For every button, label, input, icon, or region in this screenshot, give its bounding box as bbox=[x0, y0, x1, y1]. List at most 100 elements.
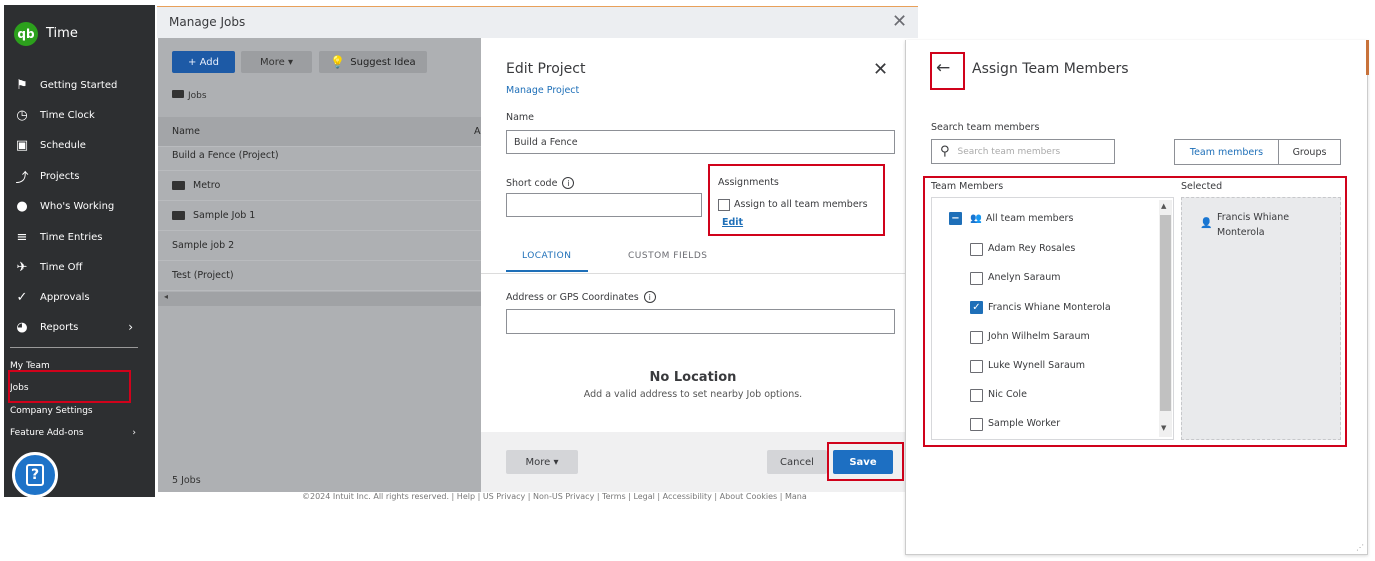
more-button[interactable]: More ▾ bbox=[506, 450, 578, 474]
member-name: All team members bbox=[985, 213, 1074, 224]
quickbooks-logo: qb bbox=[14, 22, 38, 46]
back-arrow-icon[interactable]: ← bbox=[936, 58, 950, 78]
manage-project-link[interactable]: Manage Project bbox=[506, 85, 579, 96]
job-name: Test (Project) bbox=[172, 270, 234, 281]
member-checkbox[interactable] bbox=[970, 331, 983, 344]
sidebar-item-time-entries[interactable]: ≡ Time Entries bbox=[0, 222, 151, 252]
sidebar-item-feature-addons[interactable]: Feature Add-ons › bbox=[10, 428, 136, 438]
plane-icon: ✈ bbox=[16, 259, 28, 275]
short-code-field[interactable] bbox=[506, 193, 702, 217]
scroll-up-icon[interactable]: ▲ bbox=[1161, 202, 1166, 210]
sidebar-item-reports[interactable]: ◕ Reports › bbox=[0, 312, 151, 342]
people-icon: 👥 bbox=[970, 213, 982, 224]
no-location-subtitle: Add a valid address to set nearby Job op… bbox=[583, 389, 803, 400]
name-field[interactable]: Build a Fence bbox=[506, 130, 895, 154]
member-checkbox[interactable] bbox=[970, 360, 983, 373]
member-checkbox[interactable] bbox=[970, 243, 983, 256]
chevron-right-icon: › bbox=[128, 320, 133, 334]
search-label: Search team members bbox=[931, 122, 1040, 133]
suggest-idea-button[interactable]: 💡 Suggest Idea bbox=[319, 51, 427, 73]
manage-jobs-header bbox=[157, 7, 918, 38]
sidebar-item-label: Time Entries bbox=[40, 231, 103, 243]
all-members-checkbox[interactable]: − bbox=[949, 212, 962, 225]
address-label-text: Address or GPS Coordinates bbox=[506, 292, 639, 303]
assign-all-checkbox[interactable] bbox=[718, 199, 730, 211]
pie-chart-icon: ◕ bbox=[16, 319, 28, 335]
horizontal-scrollbar[interactable]: ◂ bbox=[158, 292, 482, 306]
search-placeholder: Search team members bbox=[957, 146, 1061, 157]
sidebar-item-jobs[interactable]: Jobs bbox=[10, 383, 29, 393]
sidebar-item-whos-working[interactable]: ● Who's Working bbox=[0, 191, 151, 221]
sidebar-item-label: Who's Working bbox=[40, 200, 115, 212]
member-checkbox[interactable] bbox=[970, 389, 983, 402]
cancel-button[interactable]: Cancel bbox=[767, 450, 827, 474]
team-member-list bbox=[931, 197, 1174, 440]
sidebar-item-my-team[interactable]: My Team bbox=[10, 361, 50, 371]
manage-jobs-title: Manage Jobs bbox=[169, 15, 246, 29]
scrollbar-thumb[interactable] bbox=[1160, 215, 1171, 411]
sidebar-item-label: Projects bbox=[40, 170, 80, 182]
member-name: Anelyn Saraum bbox=[988, 272, 1061, 283]
sidebar-item-time-off[interactable]: ✈ Time Off bbox=[0, 252, 151, 282]
sidebar-item-label: Getting Started bbox=[40, 79, 118, 91]
edit-project-title: Edit Project bbox=[506, 61, 586, 77]
info-icon[interactable]: i bbox=[562, 177, 575, 189]
sidebar-item-label: Time Off bbox=[40, 261, 83, 273]
close-icon[interactable]: ✕ bbox=[892, 11, 907, 32]
folder-icon bbox=[172, 90, 184, 98]
table-row[interactable]: Build a Fence (Project) bbox=[158, 141, 482, 171]
close-icon[interactable]: ✕ bbox=[873, 59, 888, 80]
assignments-label: Assignments bbox=[718, 177, 779, 188]
job-name: Sample Job 1 bbox=[193, 210, 256, 221]
column-header-second: A bbox=[474, 126, 481, 137]
search-input[interactable]: ⚲ Search team members bbox=[931, 139, 1115, 164]
member-checkbox-checked[interactable]: ✓ bbox=[970, 301, 983, 314]
member-name: Nic Cole bbox=[988, 389, 1027, 400]
member-name: Sample Worker bbox=[988, 418, 1061, 429]
selected-member-line1: Francis Whiane bbox=[1217, 212, 1290, 223]
save-button[interactable]: Save bbox=[833, 450, 893, 474]
table-row[interactable]: Sample job 2 bbox=[158, 231, 482, 261]
more-button[interactable]: More ▾ bbox=[241, 51, 312, 73]
sidebar-item-approvals[interactable]: ✓ Approvals bbox=[0, 282, 151, 312]
sidebar-item-getting-started[interactable]: ⚑ Getting Started bbox=[0, 70, 151, 100]
member-name: John Wilhelm Saraum bbox=[988, 331, 1090, 342]
person-icon: 👤 bbox=[1200, 218, 1213, 229]
tab-custom-fields[interactable]: CUSTOM FIELDS bbox=[628, 251, 707, 261]
list-item: 👥 All team members bbox=[970, 213, 1073, 224]
table-row[interactable]: Sample Job 1 bbox=[158, 201, 482, 231]
column-header-name: Name bbox=[172, 126, 201, 137]
view-toggle: Team members Groups bbox=[1174, 139, 1341, 165]
help-button[interactable]: ? bbox=[12, 452, 58, 498]
address-field[interactable] bbox=[506, 309, 895, 334]
member-checkbox[interactable] bbox=[970, 272, 983, 285]
tab-location[interactable]: LOCATION bbox=[522, 251, 572, 261]
table-row[interactable]: Metro bbox=[158, 171, 482, 201]
jobs-count: 5 Jobs bbox=[172, 475, 201, 486]
member-name: Francis Whiane Monterola bbox=[988, 302, 1111, 313]
add-job-button[interactable]: + Add bbox=[172, 51, 235, 73]
sidebar-divider bbox=[10, 347, 138, 348]
no-location-title: No Location bbox=[649, 370, 737, 385]
resize-grip-icon[interactable]: ⋰ bbox=[1356, 543, 1364, 552]
scroll-down-icon[interactable]: ▼ bbox=[1161, 424, 1166, 432]
sidebar-item-label: Reports bbox=[40, 321, 79, 333]
folder-icon bbox=[172, 181, 185, 190]
table-row[interactable]: Test (Project) bbox=[158, 261, 482, 291]
sidebar-item-company-settings[interactable]: Company Settings bbox=[10, 406, 93, 416]
sidebar-item-schedule[interactable]: ▣ Schedule bbox=[0, 130, 151, 160]
search-icon: ⚲ bbox=[940, 144, 950, 159]
sidebar-item-projects[interactable]: ⤴ Projects bbox=[0, 161, 151, 191]
toggle-team-members[interactable]: Team members bbox=[1175, 140, 1279, 164]
team-members-label: Team Members bbox=[931, 181, 1004, 192]
sidebar-item-time-clock[interactable]: ◷ Time Clock bbox=[0, 100, 151, 130]
toggle-groups[interactable]: Groups bbox=[1279, 140, 1340, 164]
short-code-label: Short code i bbox=[506, 177, 575, 189]
sidebar-item-label: Approvals bbox=[40, 291, 90, 303]
info-icon[interactable]: i bbox=[643, 291, 656, 303]
selected-member-line2: Monterola bbox=[1217, 227, 1265, 238]
flag-icon: ⚑ bbox=[16, 77, 28, 93]
edit-assignments-link[interactable]: Edit bbox=[722, 217, 743, 228]
member-checkbox[interactable] bbox=[970, 418, 983, 431]
selected-label: Selected bbox=[1181, 181, 1223, 192]
